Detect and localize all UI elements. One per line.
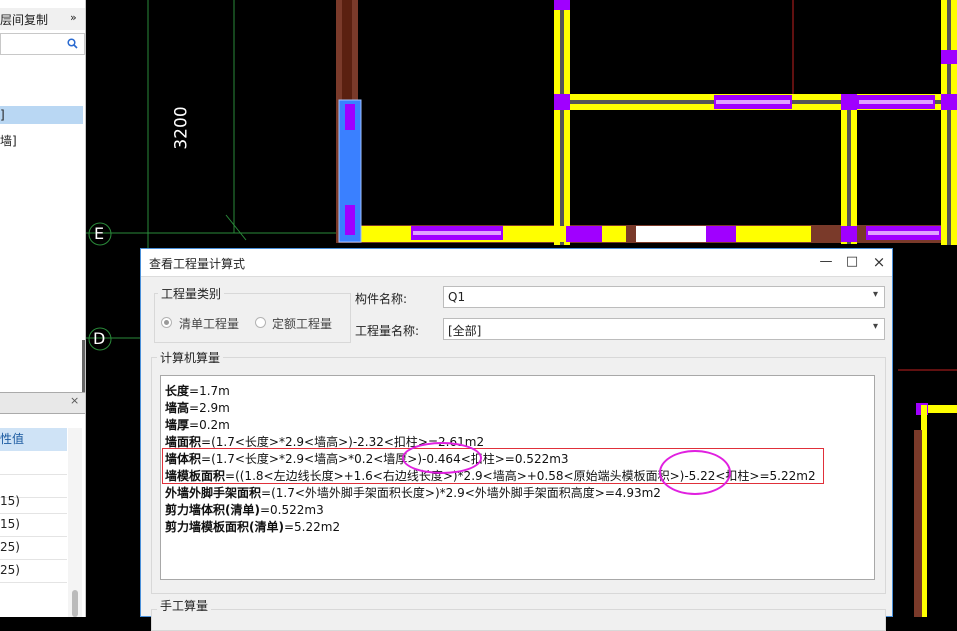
tree-item-label: ] bbox=[0, 108, 5, 122]
formula-line: 墙高=2.9m bbox=[165, 401, 230, 415]
highlight-ellipse bbox=[659, 450, 731, 495]
maximize-button[interactable]: □ bbox=[841, 253, 863, 271]
tree-item-wall[interactable]: 墙] bbox=[0, 130, 83, 148]
formula-textbox[interactable]: 长度=1.7m 墙高=2.9m 墙厚=0.2m 墙面积=(1.7<长度>*2.9… bbox=[160, 375, 875, 580]
property-value-header: 性值 bbox=[0, 428, 67, 451]
property-value: 25) bbox=[0, 563, 20, 577]
component-name-label: 构件名称: bbox=[355, 292, 408, 306]
property-row[interactable]: 25) bbox=[0, 536, 67, 560]
dialog-titlebar[interactable]: 查看工程量计算式 — □ × bbox=[141, 249, 892, 277]
search-icon[interactable] bbox=[67, 38, 78, 49]
property-row[interactable] bbox=[0, 451, 67, 475]
component-name-combo[interactable]: Q1 ▾ bbox=[443, 286, 885, 308]
manual-calc-title: 手工算量 bbox=[157, 597, 212, 614]
quantity-formula-dialog: 查看工程量计算式 — □ × 工程量类别 清单工程量 定额工程量 构件名称: Q… bbox=[140, 248, 893, 631]
formula-line: 剪力墙模板面积(清单)=5.22m2 bbox=[165, 520, 341, 534]
formula-line: 长度=1.7m bbox=[165, 384, 230, 398]
axis-label-e: E bbox=[94, 224, 105, 243]
radio-quota-qty-label: 定额工程量 bbox=[272, 317, 333, 331]
tree-item-selected[interactable]: ] bbox=[0, 106, 83, 124]
manual-calc-group bbox=[151, 609, 886, 631]
close-icon[interactable]: × bbox=[70, 394, 79, 407]
qty-name-label: 工程量名称: bbox=[355, 324, 420, 338]
computer-calc-title: 计算机算量 bbox=[157, 349, 224, 366]
property-row[interactable]: 25) bbox=[0, 559, 67, 583]
property-value-header-label: 性值 bbox=[0, 432, 25, 446]
floor-copy-label: 层间复制 bbox=[0, 13, 49, 27]
splitter-handle[interactable] bbox=[82, 340, 85, 400]
chevron-down-icon: ▾ bbox=[872, 321, 878, 332]
dialog-title: 查看工程量计算式 bbox=[149, 257, 246, 271]
formula-line: 剪力墙体积(清单)=0.522m3 bbox=[165, 503, 324, 517]
dimension-text: 3200 bbox=[171, 106, 192, 150]
qty-name-value: [全部] bbox=[448, 324, 482, 338]
property-value: 15) bbox=[0, 494, 20, 508]
qty-name-combo[interactable]: [全部] ▾ bbox=[443, 318, 885, 340]
property-row[interactable]: 15) bbox=[0, 490, 67, 514]
expand-chevron-icon[interactable]: » bbox=[70, 11, 77, 24]
chevron-down-icon: ▾ bbox=[872, 289, 878, 300]
property-value: 15) bbox=[0, 517, 20, 531]
axis-label-d: D bbox=[93, 329, 106, 348]
minimize-button[interactable]: — bbox=[815, 253, 837, 271]
tree-item-label: 墙] bbox=[0, 134, 17, 148]
component-name-value: Q1 bbox=[448, 290, 466, 304]
left-panel: 层间复制 » ] 墙] × 性值 15) 15) 25) 25) bbox=[0, 0, 86, 617]
search-input[interactable] bbox=[0, 33, 85, 55]
property-value: 25) bbox=[0, 540, 20, 554]
radio-bill-qty[interactable] bbox=[161, 317, 172, 328]
floor-copy-toolbar[interactable]: 层间复制 » bbox=[0, 8, 85, 30]
formula-line: 墙厚=0.2m bbox=[165, 418, 230, 432]
highlight-ellipse bbox=[402, 442, 482, 474]
close-button[interactable]: × bbox=[868, 253, 890, 271]
properties-scrollbar[interactable] bbox=[68, 428, 82, 617]
formula-line: 外墙外脚手架面积=(1.7<外墙外脚手架面积长度>)*2.9<外墙外脚手架面积高… bbox=[165, 486, 661, 500]
qty-type-group-title: 工程量类别 bbox=[158, 285, 225, 302]
scrollbar-thumb[interactable] bbox=[72, 590, 78, 617]
property-row[interactable]: 15) bbox=[0, 513, 67, 537]
radio-bill-qty-label: 清单工程量 bbox=[179, 317, 240, 331]
radio-quota-qty[interactable] bbox=[255, 317, 266, 328]
